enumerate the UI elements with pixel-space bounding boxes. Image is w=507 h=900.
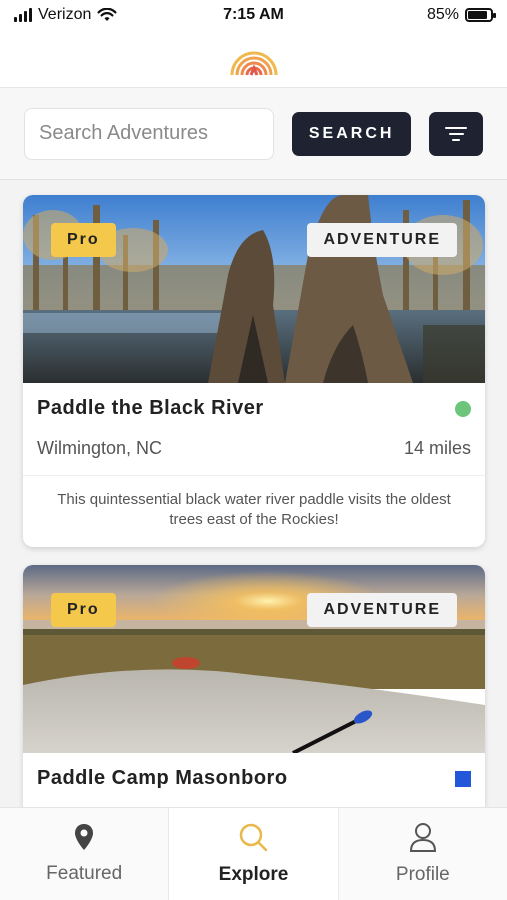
status-left: Verizon (14, 6, 117, 24)
status-indicator (455, 400, 471, 417)
app-header (0, 30, 507, 88)
card-distance: 14 miles (403, 438, 471, 458)
adventure-feed[interactable]: Pro ADVENTURE Paddle the Black River Wil… (0, 181, 507, 807)
battery-level (468, 11, 487, 19)
card-title: Paddle Camp Masonboro (37, 767, 288, 789)
adventure-card[interactable]: Pro ADVENTURE Paddle the Black River Wil… (23, 195, 485, 547)
tab-label: Featured (46, 863, 123, 884)
tab-label: Explore (218, 864, 289, 885)
tab-profile[interactable]: Profile (339, 808, 507, 900)
card-title: Paddle the Black River (37, 397, 264, 419)
search-button[interactable]: SEARCH (292, 111, 412, 156)
card-body: Paddle the Black River Wilmington, NC 14… (23, 383, 485, 475)
rainbow-logo-icon (230, 51, 277, 76)
battery-percent: 85% (426, 6, 459, 23)
card-photo: Pro ADVENTURE (23, 565, 485, 753)
tab-label: Profile (395, 864, 450, 885)
tab-featured[interactable]: Featured (0, 808, 168, 900)
search-icon (240, 823, 268, 852)
adventure-type-badge: ADVENTURE (307, 593, 457, 627)
card-description: This quintessential black water river pa… (23, 475, 485, 547)
card-location: Wilmington, NC (37, 438, 163, 458)
adventure-card[interactable]: Pro ADVENTURE Paddle Camp Masonboro (23, 565, 485, 807)
filter-icon (445, 126, 468, 129)
map-pin-icon (75, 824, 94, 850)
status-indicator (455, 770, 471, 787)
status-bar: Verizon 7:15 AM 85% (0, 0, 507, 30)
filter-button[interactable] (429, 111, 483, 156)
card-body: Paddle Camp Masonboro (23, 753, 485, 790)
wifi-icon (97, 8, 117, 21)
status-right: 85% (426, 6, 496, 24)
pro-badge: Pro (51, 223, 116, 257)
tab-explore[interactable]: Explore (168, 808, 339, 900)
pro-badge: Pro (51, 593, 116, 627)
signal-icon (14, 8, 32, 22)
card-photo: Pro ADVENTURE (23, 195, 485, 383)
adventure-type-badge: ADVENTURE (307, 223, 457, 257)
user-icon (409, 823, 436, 852)
bottom-tab-bar: Featured Explore Profile (0, 807, 507, 900)
search-bar: SEARCH (0, 88, 507, 180)
clock-time: 7:15 AM (223, 6, 284, 23)
carrier-label: Verizon (38, 6, 92, 23)
search-input[interactable] (24, 107, 274, 160)
battery-icon (465, 8, 496, 22)
